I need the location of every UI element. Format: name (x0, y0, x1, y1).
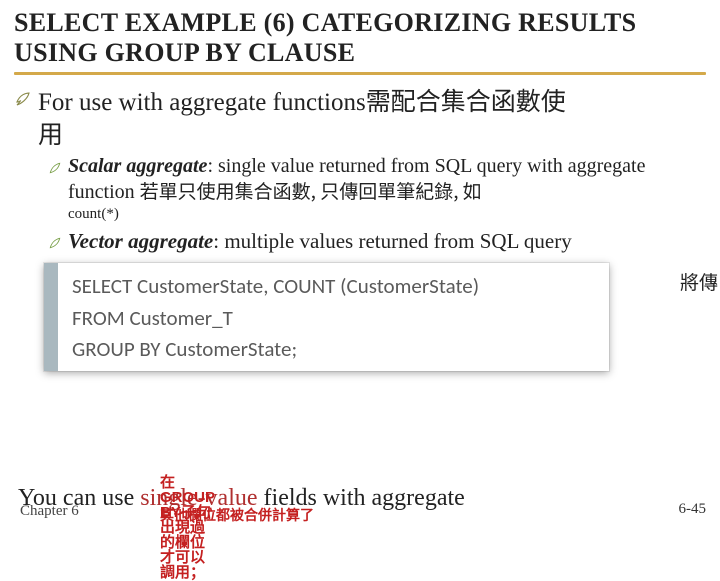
leaf-icon (48, 161, 62, 180)
sql-line-2: FROM Customer_T (72, 303, 597, 335)
chapter-label: Chapter 6 (20, 503, 79, 520)
trailing-cjk: 將傳 (680, 268, 718, 295)
main-bullet-text: For use with aggregate functions (38, 89, 366, 116)
footer-red-top: 在GROUP BY子句出現過的欄位才可以調用； (160, 475, 215, 580)
scalar-bullet: Scalar aggregate: single value returned … (68, 154, 716, 223)
main-bullet-cjk-line2: 用 (38, 118, 566, 148)
sql-callout: SELECT CustomerState, COUNT (CustomerSta… (44, 263, 609, 371)
leaf-icon (48, 236, 62, 255)
main-bullet: For use with aggregate functions需配合集合函數使… (38, 85, 566, 148)
main-bullet-cjk: 需配合集合函數使 (366, 82, 566, 118)
slide-title: SELECT EXAMPLE (6) CATEGORIZING RESULTS … (0, 0, 720, 70)
sql-line-1: SELECT CustomerState, COUNT (CustomerSta… (72, 271, 597, 303)
scalar-bullet-row: Scalar aggregate: single value returned … (48, 154, 716, 223)
content-area: For use with aggregate functions需配合集合函數使… (0, 75, 720, 255)
scalar-note: count(*) (68, 206, 716, 223)
footer-sentence: 在GROUP BY子句出現過的欄位才可以調用； You can use sing… (18, 486, 710, 522)
vector-text: : multiple values returned from SQL quer… (213, 229, 571, 253)
sql-line-3: GROUP BY CustomerState; (72, 334, 597, 366)
vector-label: Vector aggregate (68, 229, 213, 253)
feather-icon (14, 90, 32, 108)
page-number: 6-45 (679, 501, 707, 518)
sub-bullets: Scalar aggregate: single value returned … (14, 154, 716, 255)
vector-bullet: Vector aggregate: multiple values return… (68, 229, 572, 255)
vector-bullet-row: Vector aggregate: multiple values return… (48, 229, 716, 255)
main-bullet-row: For use with aggregate functions需配合集合函數使… (14, 85, 716, 148)
scalar-label: Scalar aggregate (68, 155, 207, 177)
scalar-cjk: 若單只使用集合函數, 只傳回單筆紀錄, 如 (140, 177, 482, 204)
